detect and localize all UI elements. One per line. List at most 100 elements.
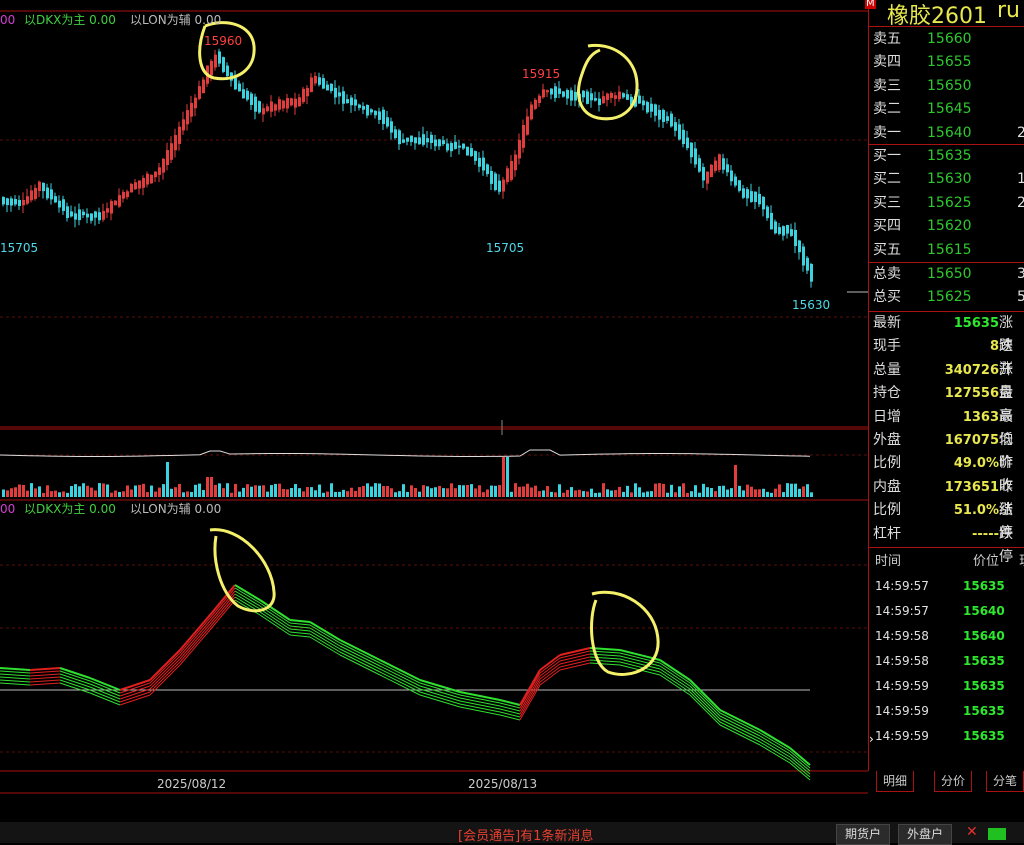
volume-bar xyxy=(178,483,181,497)
candle-body xyxy=(42,182,45,192)
volume-bar xyxy=(502,457,505,497)
volume-bar xyxy=(514,483,517,497)
volume-bar xyxy=(446,488,449,497)
stat-label: 现手 xyxy=(873,338,901,355)
volume-bar xyxy=(2,489,5,497)
stat-row[interactable]: 最新 15635 涨跌 xyxy=(869,312,1024,354)
stat-value: 8 xyxy=(989,339,999,355)
candle-body xyxy=(758,193,761,205)
ask-row[interactable]: 卖二 15645 xyxy=(869,98,1024,121)
volume-bar xyxy=(610,490,613,497)
candle-body xyxy=(262,108,265,115)
volume-bar xyxy=(22,484,25,497)
volume-bar xyxy=(82,483,85,497)
stat-value: 15635 xyxy=(953,316,999,331)
tick-row[interactable]: 14:59:59 15635 xyxy=(869,699,1024,724)
candle-body xyxy=(358,104,361,108)
candle-body xyxy=(238,83,241,92)
volume-bar xyxy=(390,488,393,497)
tick-row[interactable]: 14:59:59 15635 xyxy=(869,724,1024,749)
volume-bar xyxy=(710,488,713,497)
volume-bar xyxy=(666,492,669,497)
bid-row[interactable]: 买三 15625 2 xyxy=(869,192,1024,215)
candle-body xyxy=(330,83,333,92)
total-row[interactable]: 总买 15625 5 xyxy=(869,286,1024,309)
candle-body xyxy=(414,137,417,144)
stat-row[interactable]: 杠杆 ----- 跌停 xyxy=(869,523,1024,565)
tab-trades[interactable]: 分笔 xyxy=(986,771,1024,792)
stat-row[interactable]: 日增 1363 最低 xyxy=(869,406,1024,448)
volume-bar xyxy=(594,492,597,497)
volume-bar xyxy=(630,492,633,497)
candle-body xyxy=(218,51,221,64)
candle-body xyxy=(250,93,253,105)
volume-bar xyxy=(346,491,349,497)
candle-body xyxy=(310,77,313,92)
tick-row[interactable]: 14:59:59 15635 xyxy=(869,674,1024,699)
stat-row[interactable]: 内盘 173651 昨结 xyxy=(869,476,1024,518)
foreign-account-button[interactable]: 外盘户 xyxy=(898,824,953,845)
candle-body xyxy=(614,95,617,99)
tick-row[interactable]: 14:59:57 15635 xyxy=(869,574,1024,599)
tick-price: 15635 xyxy=(963,579,1005,593)
tick-row[interactable]: 14:59:58 15635 xyxy=(869,649,1024,674)
volume-bar xyxy=(122,491,125,497)
volume-bar xyxy=(702,483,705,497)
volume-bar xyxy=(62,491,65,497)
candle-body xyxy=(806,257,809,271)
volume-bar xyxy=(322,492,325,497)
stat-row[interactable]: 外盘 167075 均价 xyxy=(869,429,1024,471)
volume-bar xyxy=(522,486,525,497)
price-label-high-right: 15915 xyxy=(522,67,560,81)
bid-row[interactable]: 买二 15630 1 xyxy=(869,168,1024,191)
candle-body xyxy=(742,188,745,198)
ask-row[interactable]: 卖四 15655 xyxy=(869,51,1024,74)
candle-body xyxy=(610,92,613,99)
member-notice[interactable]: [会员通告]有1条新消息 xyxy=(458,825,593,844)
volume-bar xyxy=(458,485,461,497)
price-label-low-left: 15705 xyxy=(0,241,38,255)
tick-row[interactable]: 14:59:57 15640 xyxy=(869,599,1024,624)
candle-body xyxy=(286,98,289,109)
volume-bar xyxy=(558,484,561,497)
candle-body xyxy=(486,164,489,175)
bid-row[interactable]: 买四 15620 xyxy=(869,215,1024,238)
tick-row[interactable]: 14:59:58 15640 xyxy=(869,624,1024,649)
volume-bar xyxy=(450,483,453,497)
bid-volume: 1 xyxy=(1017,171,1024,188)
volume-bar xyxy=(66,492,69,497)
ask-row[interactable]: 卖五 15660 xyxy=(869,28,1024,51)
ask-row[interactable]: 卖三 15650 xyxy=(869,75,1024,98)
candle-body xyxy=(46,187,49,199)
candle-body xyxy=(462,143,465,149)
stat-row[interactable]: 比例 49.0% 昨收 xyxy=(869,452,1024,494)
candle-body xyxy=(490,170,493,184)
bid-row[interactable]: 买一 15635 xyxy=(869,145,1024,168)
volume-bar xyxy=(498,485,501,497)
main-chart[interactable]: 00 以DKX为主 0.00 以LON为辅 0.00 00 以DKX为主 0.0… xyxy=(0,0,868,795)
volume-bar xyxy=(90,487,93,497)
volume-bar xyxy=(606,489,609,497)
stat-row[interactable]: 持仓 127556 最高 xyxy=(869,382,1024,424)
volume-bar xyxy=(102,483,105,497)
tab-price-breakdown[interactable]: 分价 xyxy=(934,771,973,792)
candle-body xyxy=(374,110,377,116)
volume-bar xyxy=(266,491,269,497)
ask-row[interactable]: 卖一 15640 2 xyxy=(869,122,1024,145)
futures-account-button[interactable]: 期货户 xyxy=(836,824,891,845)
bid-row[interactable]: 买五 15615 xyxy=(869,239,1024,262)
candle-body xyxy=(750,191,753,202)
close-icon[interactable]: ✕ xyxy=(966,824,978,840)
total-row[interactable]: 总卖 15650 3 xyxy=(869,263,1024,286)
volume-bar xyxy=(798,488,801,497)
bid-price: 15625 xyxy=(927,194,972,211)
candle-body xyxy=(118,195,121,207)
tab-detail[interactable]: 明细 xyxy=(876,771,915,792)
stat-row[interactable]: 现手 8 速涨 xyxy=(869,335,1024,377)
stat-row[interactable]: 比例 51.0% 涨停 xyxy=(869,499,1024,541)
volume-bar xyxy=(254,485,257,497)
candle-body xyxy=(594,98,597,101)
volume-bar xyxy=(130,489,133,497)
tick-time: 14:59:59 xyxy=(875,704,929,718)
stat-row[interactable]: 总量 340726 开盘 xyxy=(869,359,1024,401)
